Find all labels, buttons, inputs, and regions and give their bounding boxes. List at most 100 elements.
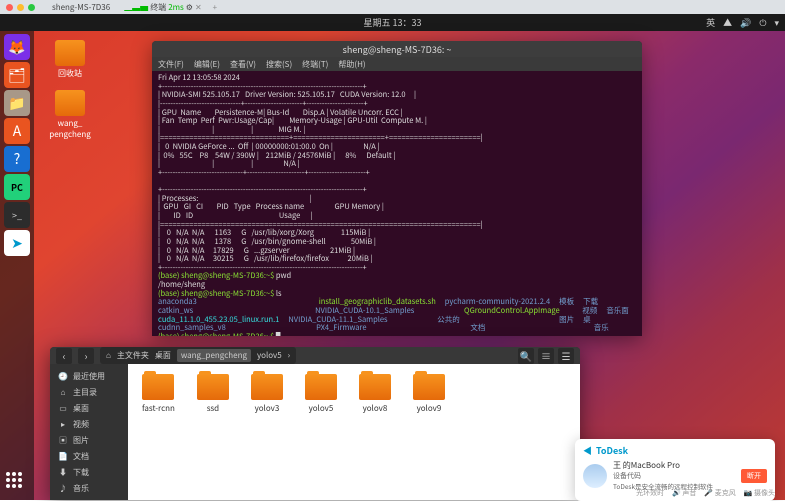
device-sub: 设备代码 [613, 471, 735, 481]
macos-titlebar: sheng-MS-7D36 ▁▃▅终端 2ms ⚙ ✕ + [0, 0, 785, 14]
crumb-desktop[interactable]: 桌面 [155, 350, 171, 361]
dock-folder[interactable]: 📁 [4, 90, 30, 116]
sidebar-icon: ♪ [58, 483, 68, 494]
menu-search[interactable]: 搜索(S) [266, 59, 292, 70]
footer-sound[interactable]: 🔊 声音 [672, 488, 696, 498]
back-button[interactable]: ‹ [56, 348, 72, 364]
forward-button[interactable]: › [78, 348, 94, 364]
max-dot[interactable] [28, 4, 35, 11]
folder-label: yolov5 [309, 403, 334, 414]
files-headerbar: ‹ › ⌂ 主文件夹 桌面 wang_pengcheng yolov5 › 🔍 … [50, 347, 580, 364]
menu-view[interactable]: 查看(V) [230, 59, 256, 70]
dock-terminal[interactable]: >_ [4, 202, 30, 228]
dock-pycharm[interactable]: PC [4, 174, 30, 200]
terminal-titlebar[interactable]: sheng@sheng-MS-7D36: ~ [152, 41, 642, 57]
add-tab-icon[interactable]: + [213, 2, 217, 13]
ubuntu-dock: 🦊 🗂 📁 A ? PC >_ ➤ [0, 31, 34, 500]
volume-icon[interactable]: 🔊 [740, 16, 751, 29]
caret-down-icon[interactable]: ▾ [774, 16, 779, 29]
dock-help[interactable]: ? [4, 146, 30, 172]
input-method[interactable]: 英 [706, 16, 715, 29]
sidebar-icon: ⌂ [58, 387, 68, 398]
menu-terminal[interactable]: 终端(T) [302, 59, 328, 70]
folder-icon [55, 90, 85, 116]
sidebar-item[interactable]: 🕘最近使用 [50, 368, 128, 384]
ubuntu-desktop: 星期五 13：33 英 ▲ 🔊 ⏻ ▾ 🦊 🗂 📁 A ? PC >_ ➤ 回收… [0, 14, 785, 500]
tab-close-icon[interactable]: ✕ [195, 2, 202, 13]
dock-todesk[interactable]: ➤ [4, 230, 30, 256]
sidebar-icon: ⬇ [58, 467, 68, 478]
min-dot[interactable] [17, 4, 24, 11]
todesk-logo-icon: ◀ [583, 444, 592, 457]
sidebar-item[interactable]: ▸视频 [50, 416, 128, 432]
sidebar-label: 桌面 [73, 403, 89, 414]
sidebar-item[interactable]: 📄 文档 [50, 448, 128, 464]
clock[interactable]: 星期五 13：33 [364, 16, 422, 29]
footer-cam[interactable]: 📷 摄像头 [744, 488, 775, 498]
folder-item[interactable]: yolov3 [251, 374, 283, 414]
todesk-footer: 光环效时 🔊 声音 🎤 麦克风 📷 摄像头 [636, 488, 775, 498]
dock-software[interactable]: A [4, 118, 30, 144]
footer-mic[interactable]: 🎤 麦克风 [704, 488, 735, 498]
folder-item[interactable]: yolov5 [305, 374, 337, 414]
signal-icon: ▁▃▅ [124, 2, 148, 13]
folder-item[interactable]: yolov9 [413, 374, 445, 414]
terminal-output[interactable]: Fri Apr 12 13:05:58 2024 +--------------… [152, 71, 642, 336]
folder-label: ssd [207, 403, 219, 414]
desktop-folder-wang[interactable]: wang_ pengcheng [44, 90, 96, 140]
dock-files[interactable]: 🗂 [4, 62, 30, 88]
folder-icon [359, 374, 391, 400]
view-list-icon[interactable]: ≡ [538, 348, 554, 364]
power-icon[interactable]: ⏻ [759, 16, 766, 29]
folder-label: yolov9 [417, 403, 442, 414]
sidebar-label: 图片 [73, 435, 89, 446]
menu-file[interactable]: 文件(F) [158, 59, 184, 70]
sidebar-icon: 📄 [58, 451, 68, 462]
terminal-menu: 文件(F) 编辑(E) 查看(V) 搜索(S) 终端(T) 帮助(H) [152, 57, 642, 71]
disconnect-button[interactable]: 断开 [741, 469, 767, 483]
chevron-right-icon: › [288, 350, 290, 361]
places-sidebar: 🕘最近使用 ⌂ 主目录 ▭ 桌面 ▸视频 ▣ 图片 📄 文档 ⬇下载♪音乐 [50, 364, 128, 500]
desktop-trash[interactable]: 回收站 [44, 40, 96, 79]
network-icon[interactable]: ▲ [723, 16, 732, 29]
sidebar-item[interactable]: ⌂ 主目录 [50, 384, 128, 400]
sidebar-item[interactable]: ⬇下载 [50, 464, 128, 480]
menu-help[interactable]: 帮助(H) [338, 59, 365, 70]
files-window: ‹ › ⌂ 主文件夹 桌面 wang_pengcheng yolov5 › 🔍 … [50, 347, 580, 499]
sidebar-label: 最近使用 [73, 371, 105, 382]
show-apps-icon[interactable] [6, 472, 28, 494]
folder-icon [305, 374, 337, 400]
hamburger-icon[interactable]: ☰ [558, 348, 574, 364]
crumb-yolov5[interactable]: yolov5 [257, 350, 282, 361]
sidebar-icon: ▣ [58, 435, 68, 446]
remote-tab-1[interactable]: sheng-MS-7D36 [49, 2, 113, 13]
sidebar-item[interactable]: ▣ 图片 [50, 432, 128, 448]
folder-item[interactable]: fast-rcnn [142, 374, 175, 414]
home-icon[interactable]: ⌂ [106, 350, 111, 361]
folder-item[interactable]: yolov8 [359, 374, 391, 414]
folder-label: yolov8 [363, 403, 388, 414]
menu-edit[interactable]: 编辑(E) [194, 59, 220, 70]
sidebar-icon: ▭ [58, 403, 68, 414]
remote-tab-2[interactable]: ▁▃▅终端 2ms ⚙ ✕ [121, 2, 204, 13]
sidebar-label: 主目录 [73, 387, 97, 398]
folder-label: fast-rcnn [142, 403, 175, 414]
files-grid[interactable]: fast-rcnn ssd yolov3 yolov5 yolov8 yolov9 [128, 364, 580, 500]
sidebar-item[interactable]: ♪音乐 [50, 480, 128, 496]
sidebar-item[interactable]: ▭ 桌面 [50, 400, 128, 416]
crumb-wang[interactable]: wang_pengcheng [177, 349, 251, 362]
folder-icon [251, 374, 283, 400]
dock-firefox[interactable]: 🦊 [4, 34, 30, 60]
folder-icon [142, 374, 174, 400]
folder-icon [197, 374, 229, 400]
search-icon[interactable]: 🔍 [518, 348, 534, 364]
device-name: 王 的MacBook Pro [613, 460, 735, 471]
sidebar-label: 文档 [73, 451, 89, 462]
crumb-home[interactable]: 主文件夹 [117, 350, 149, 361]
close-dot[interactable] [6, 4, 13, 11]
settings-icon[interactable]: ⚙ [186, 2, 193, 13]
gnome-topbar: 星期五 13：33 英 ▲ 🔊 ⏻ ▾ [0, 14, 785, 31]
trash-icon [55, 40, 85, 66]
folder-item[interactable]: ssd [197, 374, 229, 414]
breadcrumb: ⌂ 主文件夹 桌面 wang_pengcheng yolov5 › [100, 347, 296, 364]
